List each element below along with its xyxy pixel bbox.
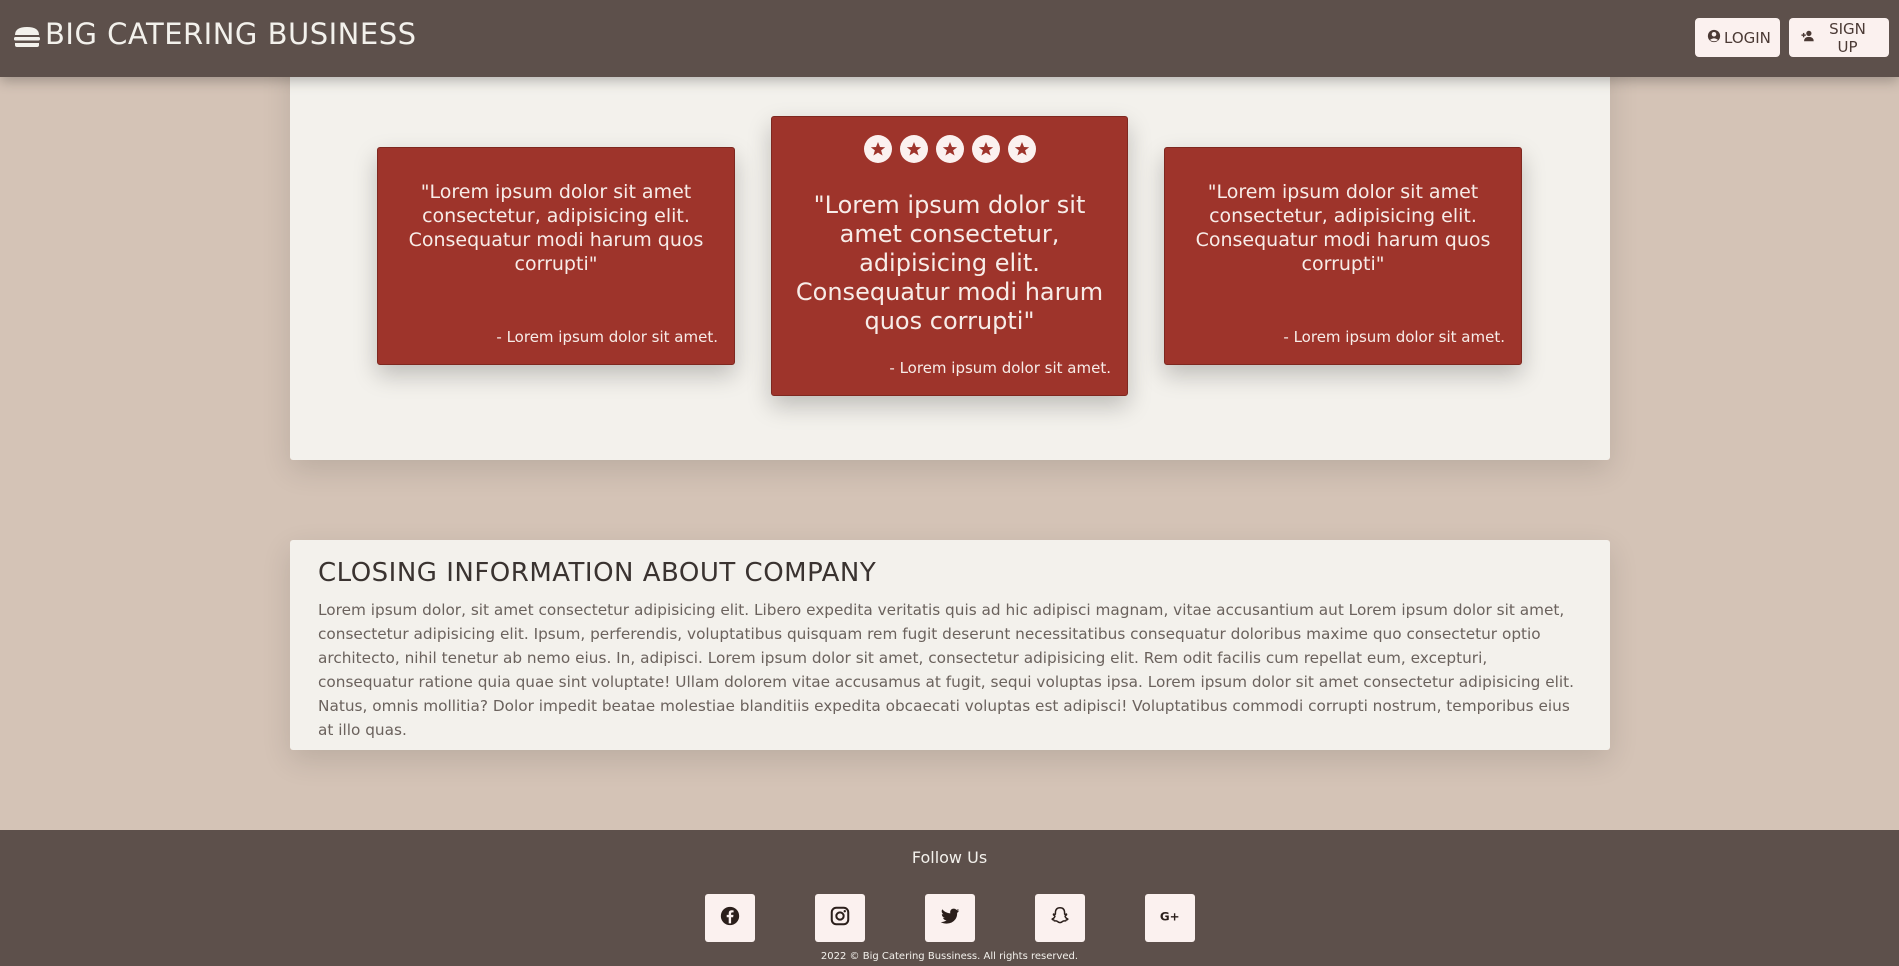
svg-text:G+: G+ [1159, 910, 1179, 924]
snapchat-icon [1049, 905, 1071, 931]
burger-icon [12, 22, 42, 47]
star-icon [971, 135, 1000, 163]
facebook-icon [719, 905, 741, 931]
closing-title: CLOSING INFORMATION ABOUT COMPANY [318, 558, 877, 588]
star-icon [1007, 135, 1036, 163]
twitter-link[interactable] [924, 894, 975, 942]
closing-text: Lorem ipsum dolor, sit amet consectetur … [318, 601, 1575, 739]
testimonial-quote: "Lorem ipsum dolor sit amet consectetur,… [795, 191, 1104, 335]
login-button[interactable]: LOGIN [1695, 18, 1780, 57]
testimonial-author: - Lorem ipsum dolor sit amet. [889, 359, 1111, 377]
testimonial-author: - Lorem ipsum dolor sit amet. [1283, 328, 1505, 346]
testimonial-quote: "Lorem ipsum dolor sit amet consectetur,… [1195, 181, 1491, 275]
testimonial-card-featured: "Lorem ipsum dolor sit amet consectetur,… [771, 116, 1128, 396]
top-navbar: BIG CATERING BUSINESS LOGIN SIGN UP [0, 0, 1899, 77]
star-icon [935, 135, 964, 163]
google-plus-link[interactable]: G+ [1144, 894, 1195, 942]
copyright-text: 2022 © Big Catering Bussiness. All right… [820, 951, 1079, 962]
auth-buttons: LOGIN SIGN UP [1695, 18, 1889, 57]
testimonial-card: "Lorem ipsum dolor sit amet consectetur,… [1164, 147, 1522, 365]
google-plus-icon: G+ [1159, 905, 1181, 931]
signup-label: SIGN UP [1829, 19, 1866, 56]
user-circle-icon [1707, 29, 1721, 47]
star-icon [863, 135, 892, 163]
facebook-link[interactable] [704, 894, 755, 942]
follow-us-label: Follow Us [911, 848, 988, 867]
social-links: G+ [0, 894, 1899, 942]
testimonial-quote: "Lorem ipsum dolor sit amet consectetur,… [408, 181, 704, 275]
testimonial-card: "Lorem ipsum dolor sit amet consectetur,… [377, 147, 735, 365]
instagram-link[interactable] [814, 894, 865, 942]
closing-info-section: CLOSING INFORMATION ABOUT COMPANY Lorem … [290, 540, 1610, 750]
brand[interactable]: BIG CATERING BUSINESS [12, 16, 417, 52]
footer: Follow Us G+ 2022 © Big Catering Bussine… [0, 830, 1899, 966]
star-icon [899, 135, 928, 163]
star-rating [772, 135, 1127, 163]
brand-title: BIG CATERING BUSINESS [45, 17, 417, 51]
signup-button[interactable]: SIGN UP [1789, 18, 1889, 57]
login-label: LOGIN [1724, 28, 1771, 47]
testimonial-author: - Lorem ipsum dolor sit amet. [496, 328, 718, 346]
testimonials-section: "Lorem ipsum dolor sit amet consectetur,… [290, 52, 1610, 460]
instagram-icon [829, 905, 851, 931]
snapchat-link[interactable] [1034, 894, 1085, 942]
user-plus-icon [1801, 29, 1815, 47]
twitter-icon [939, 905, 961, 931]
